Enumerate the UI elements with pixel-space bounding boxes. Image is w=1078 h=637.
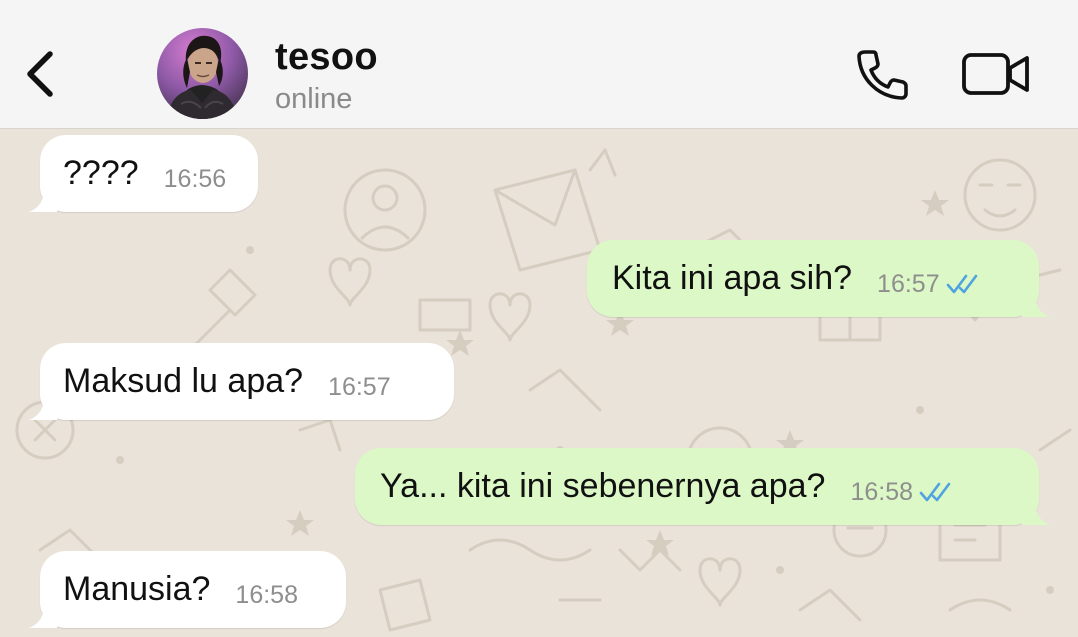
message-bubble-incoming[interactable]: Manusia? 16:58 [29, 551, 346, 628]
contact-status: online [275, 83, 353, 115]
message-text: Manusia? [63, 570, 211, 608]
message-time: 16:58 [850, 478, 913, 506]
message-text: Maksud lu apa? [63, 362, 304, 400]
message-bubble-incoming[interactable]: ???? 16:56 [29, 135, 258, 212]
bubble-tail [1022, 501, 1050, 525]
message-time: 16:56 [163, 165, 227, 193]
contact-name[interactable]: tesoo [275, 36, 378, 79]
message-time: 16:57 [877, 270, 940, 298]
bubble-tail [1022, 293, 1050, 317]
chat-area[interactable]: ???? 16:56 Kita ini apa sih? 16:57 Maksu… [0, 130, 1078, 637]
double-check-read-icon [946, 274, 977, 293]
phone-icon [857, 50, 908, 100]
avatar-image [167, 35, 237, 119]
back-button[interactable] [22, 46, 62, 102]
message-text: Kita ini apa sih? [612, 259, 853, 297]
video-call-button[interactable] [960, 50, 1032, 98]
message-text: ???? [63, 154, 139, 192]
contact-avatar[interactable] [157, 28, 248, 119]
message-bubble-outgoing[interactable]: Kita ini apa sih? 16:57 [587, 240, 1050, 317]
video-camera-icon [962, 53, 1029, 95]
message-time: 16:58 [235, 581, 298, 609]
chevron-left-icon [27, 51, 53, 97]
bubble-tail [29, 188, 57, 212]
message-text: Ya... kita ini sebenernya apa? [380, 467, 826, 505]
message-time: 16:57 [328, 373, 391, 401]
message-bubble-incoming[interactable]: Maksud lu apa? 16:57 [29, 343, 454, 420]
message-bubble-outgoing[interactable]: Ya... kita ini sebenernya apa? 16:58 [355, 448, 1050, 525]
chat-header: tesoo online [0, 0, 1078, 129]
double-check-read-icon [919, 482, 951, 501]
bubble-tail [29, 396, 57, 420]
voice-call-button[interactable] [850, 46, 910, 102]
bubble-tail [29, 604, 57, 628]
